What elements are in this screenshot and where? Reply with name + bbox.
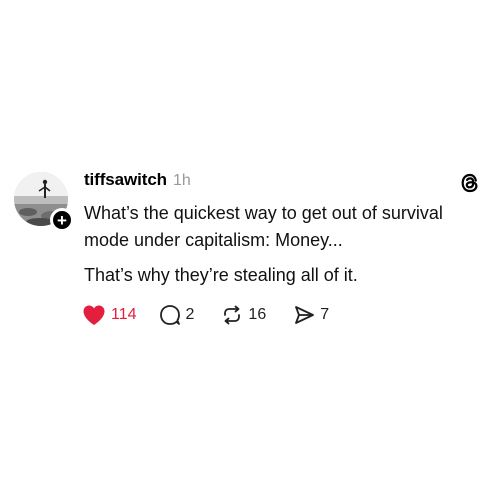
timestamp: 1h: [172, 172, 191, 189]
thread-post: + tiffsawitch 1h What’s the quickest way…: [0, 0, 500, 500]
repost-arrows-icon: [224, 305, 241, 325]
reply-count: 2: [185, 306, 195, 323]
speech-bubble-icon: [159, 305, 180, 325]
post-header: tiffsawitch 1h: [84, 170, 191, 192]
threads-logo-icon[interactable]: [458, 171, 482, 195]
share-count: 7: [320, 306, 330, 323]
avatar-container: +: [14, 172, 74, 232]
plus-icon: +: [57, 210, 67, 230]
post-text-line-3: That’s why they’re stealing all of it.: [84, 265, 358, 285]
action-bar: 114 2 16 7: [82, 302, 329, 328]
heart-filled-icon: [83, 305, 105, 325]
reply-button[interactable]: 2: [159, 304, 195, 326]
repost-count: 16: [248, 306, 267, 323]
post-text-line-1: What’s the quickest way to get out of su…: [84, 203, 443, 223]
username[interactable]: tiffsawitch: [84, 170, 167, 190]
share-button[interactable]: 7: [293, 304, 329, 326]
like-button[interactable]: 114: [82, 304, 137, 326]
paper-plane-icon: [295, 306, 315, 324]
like-count: 114: [111, 306, 137, 323]
repost-button[interactable]: 16: [221, 304, 266, 326]
post-text-line-2: mode under capitalism: Money...: [84, 230, 343, 250]
follow-plus-button[interactable]: +: [50, 208, 74, 232]
